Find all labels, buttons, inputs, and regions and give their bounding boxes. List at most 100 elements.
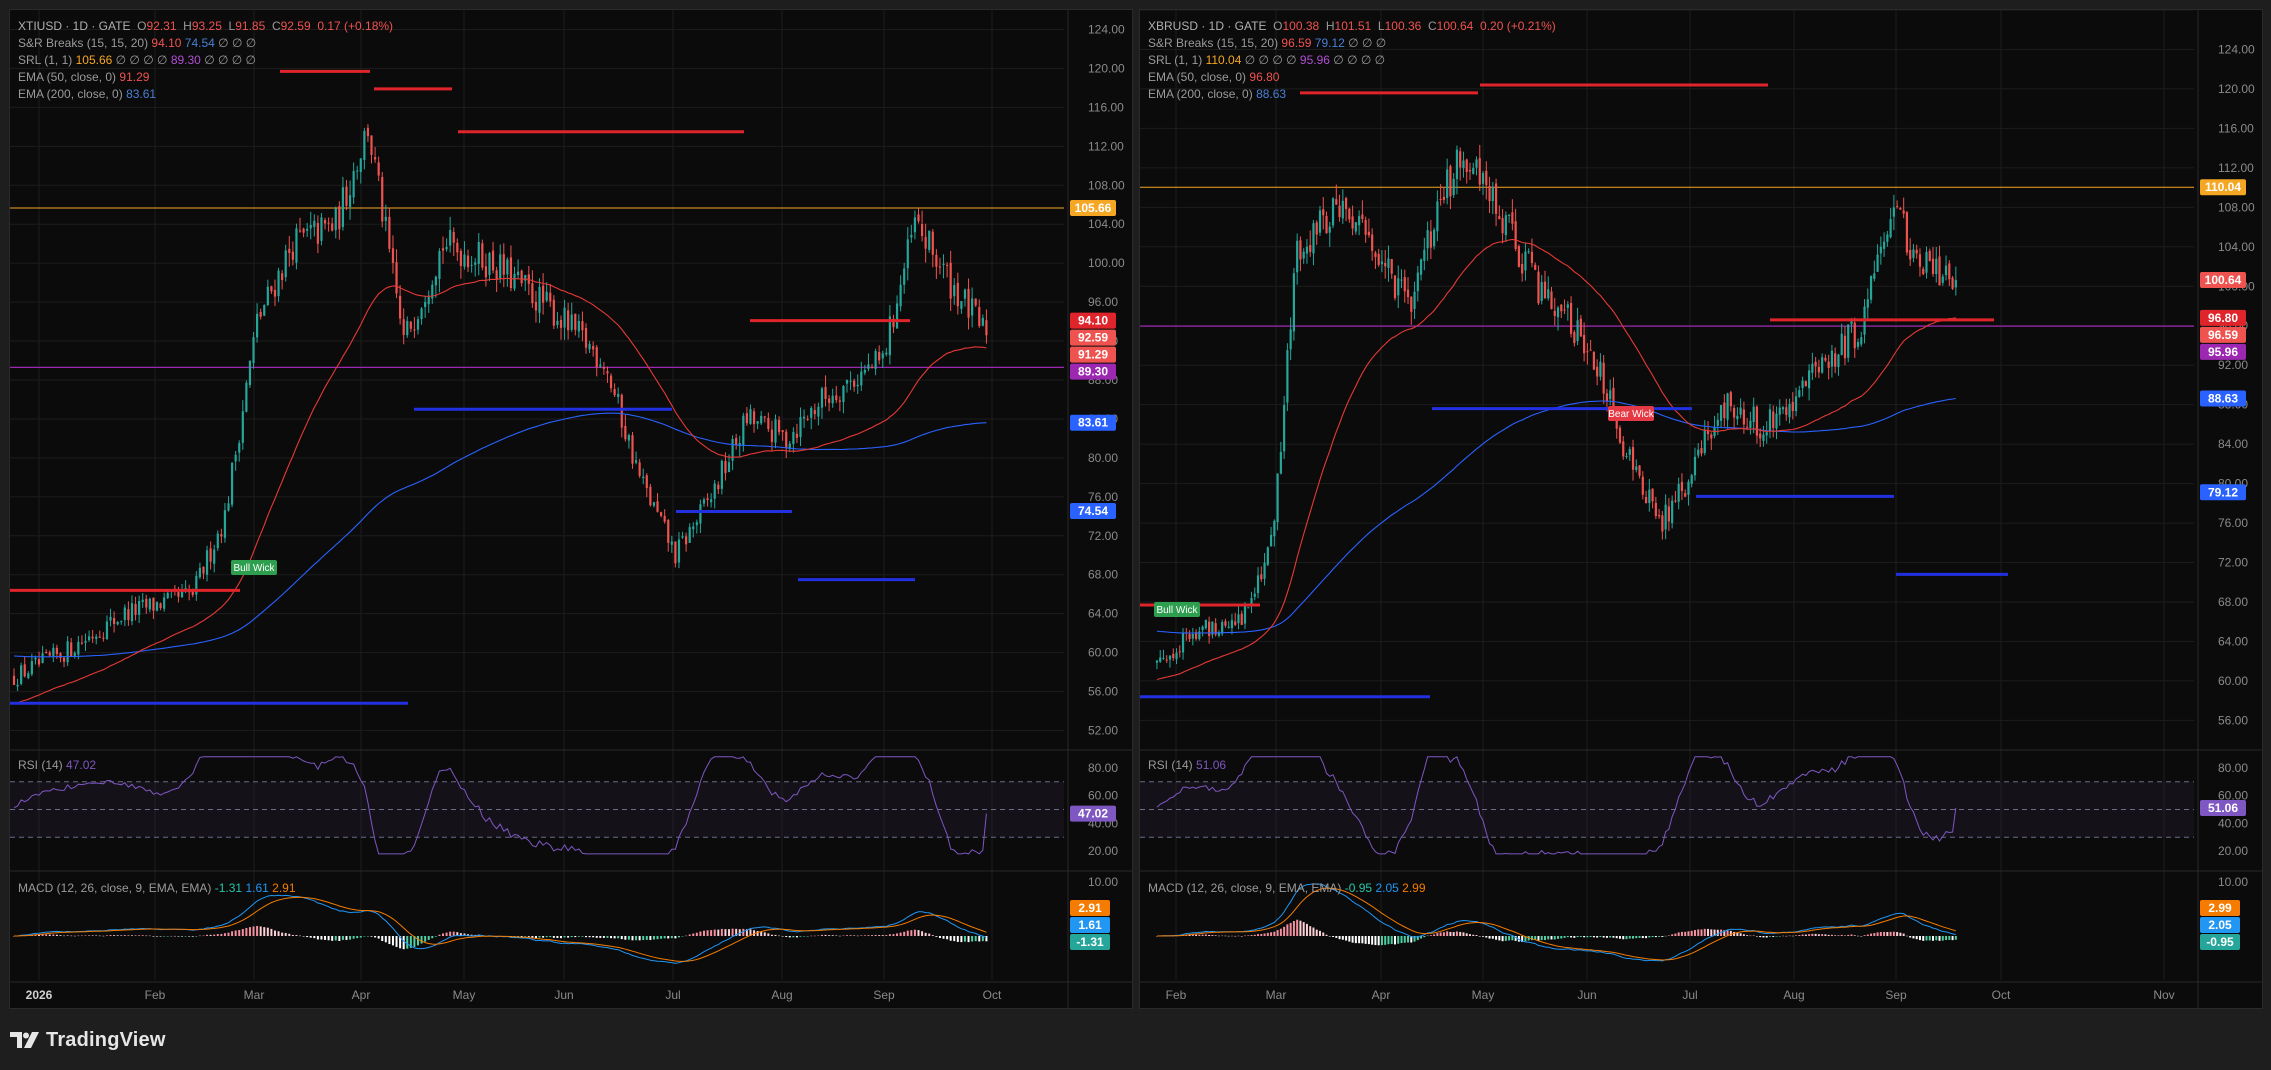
candle-body	[191, 591, 194, 595]
candle-body	[667, 519, 670, 543]
price-tick-label: 56.00	[2218, 713, 2248, 727]
ema200-legend[interactable]: EMA (200, close, 0) 88.63	[1148, 86, 1556, 103]
macd-bar	[1198, 934, 1201, 936]
candle-body	[327, 222, 330, 224]
price-tick-label: 104.00	[2218, 240, 2255, 254]
macd-bar	[1879, 932, 1882, 936]
candle-body	[213, 549, 216, 564]
candle-body	[1592, 352, 1595, 370]
chart-panel-xbrusd[interactable]: 124.00 120.00 116.00 112.00 108.00 104.00 100.…	[1139, 9, 2263, 1009]
macd-bar	[134, 935, 137, 937]
candle-body	[1508, 214, 1511, 216]
macd-bar	[935, 936, 938, 937]
candle-body	[1794, 396, 1798, 412]
price-tick-label: 68.00	[1088, 568, 1118, 582]
price-tick-label: 64.00	[1088, 607, 1118, 621]
candle-body	[416, 319, 420, 330]
symbol-title[interactable]: XTIUSD · 1D · GATE	[18, 19, 130, 33]
macd-bar	[1563, 936, 1566, 938]
chart-canvas[interactable]: 124.00 120.00 116.00 112.00 108.00 104.00 100.…	[10, 10, 1132, 1008]
rsi-legend[interactable]: RSI (14) 51.06	[1148, 758, 1226, 772]
macd-bar	[742, 928, 745, 936]
macd-bar	[1586, 936, 1589, 938]
candle-body	[223, 510, 227, 538]
candle-body	[752, 411, 756, 425]
candle-body	[520, 270, 523, 284]
candle-body	[656, 501, 659, 512]
macd-bar	[381, 936, 384, 942]
macd-bar	[1759, 936, 1762, 938]
time-tick-label: Nov	[2153, 988, 2174, 1002]
macd-bar	[1948, 936, 1951, 940]
macd-bar	[534, 936, 537, 939]
candle-body	[1159, 657, 1162, 662]
macd-bar	[692, 933, 695, 936]
rsi-legend[interactable]: RSI (14) 47.02	[18, 758, 96, 772]
macd-legend[interactable]: MACD (12, 26, close, 9, EMA, EMA) -0.95 …	[1148, 881, 1426, 895]
symbol-title[interactable]: XBRUSD · 1D · GATE	[1148, 19, 1266, 33]
candle-body	[384, 216, 387, 221]
srl-legend[interactable]: SRL (1, 1) 105.66 ∅ ∅ ∅ ∅ 89.30 ∅ ∅ ∅ ∅	[18, 52, 393, 69]
macd-bar	[334, 936, 337, 941]
sr-breaks-legend[interactable]: S&R Breaks (15, 15, 20) 96.59 79.12 ∅ ∅ …	[1148, 35, 1556, 52]
macd-bar	[327, 936, 330, 941]
macd-bar	[606, 936, 609, 938]
candle-body	[1276, 473, 1279, 523]
candle-body	[1237, 614, 1240, 624]
srl-legend[interactable]: SRL (1, 1) 110.04 ∅ ∅ ∅ ∅ 95.96 ∅ ∅ ∅ ∅	[1148, 52, 1556, 69]
price-tick-label: 100.00	[1088, 256, 1125, 270]
macd-bar	[663, 936, 666, 939]
candle-body	[41, 653, 44, 664]
candle-body	[559, 319, 563, 328]
macd-bar	[1341, 936, 1344, 940]
macd-bar	[1335, 936, 1338, 938]
candle-body	[1625, 455, 1628, 457]
price-tag-label: 74.54	[1078, 504, 1108, 518]
sr-breaks-legend[interactable]: S&R Breaks (15, 15, 20) 94.10 74.54 ∅ ∅ …	[18, 35, 393, 52]
macd-bar	[1935, 936, 1938, 941]
candle-body	[1788, 403, 1791, 418]
macd-bar	[163, 936, 166, 937]
candle-body	[338, 206, 341, 230]
macd-bar	[828, 935, 831, 936]
candle-body	[1889, 219, 1892, 238]
macd-bar	[856, 935, 859, 937]
macd-bar	[824, 934, 827, 936]
candle-body	[1504, 215, 1507, 236]
candle-body	[1227, 626, 1230, 628]
candle-body	[1824, 357, 1827, 361]
ema50-legend[interactable]: EMA (50, close, 0) 96.80	[1148, 69, 1556, 86]
candle-body	[1178, 651, 1181, 653]
candle-body	[1928, 250, 1931, 261]
macd-bar	[1364, 936, 1367, 944]
macd-bar	[1377, 936, 1380, 946]
macd-bar	[384, 936, 387, 943]
tradingview-branding[interactable]: TradingView	[10, 1026, 166, 1054]
candle-body	[313, 220, 316, 228]
candle-body	[1485, 170, 1488, 186]
candle-body	[574, 313, 577, 330]
ema50-line	[1156, 238, 1956, 681]
macd-bar	[1387, 936, 1390, 945]
macd-legend[interactable]: MACD (12, 26, close, 9, EMA, EMA) -1.31 …	[18, 881, 296, 895]
macd-bar	[1703, 928, 1706, 936]
macd-bar	[1478, 936, 1481, 937]
macd-bar	[1498, 936, 1501, 941]
macd-bar	[767, 933, 770, 936]
macd-bar	[924, 932, 927, 936]
macd-bar	[1384, 936, 1387, 945]
candle-body	[1475, 159, 1478, 168]
macd-bar	[84, 935, 87, 937]
candle-body	[910, 234, 913, 238]
candle-body	[84, 640, 87, 643]
macd-bar	[1915, 936, 1918, 940]
chart-canvas[interactable]: 124.00 120.00 116.00 112.00 108.00 104.00 100.…	[1140, 10, 2262, 1008]
bear-wick-label: Bear Wick	[1608, 406, 1655, 421]
candle-body	[1446, 169, 1449, 199]
ema200-legend[interactable]: EMA (200, close, 0) 83.61	[18, 86, 393, 103]
macd-bar	[141, 935, 144, 936]
macd-bar	[1632, 936, 1635, 939]
ema50-legend[interactable]: EMA (50, close, 0) 91.29	[18, 69, 393, 86]
chart-panel-xtiusd[interactable]: 124.00 120.00 116.00 112.00 108.00 104.00 100.…	[9, 9, 1133, 1009]
candle-body	[1537, 271, 1540, 304]
